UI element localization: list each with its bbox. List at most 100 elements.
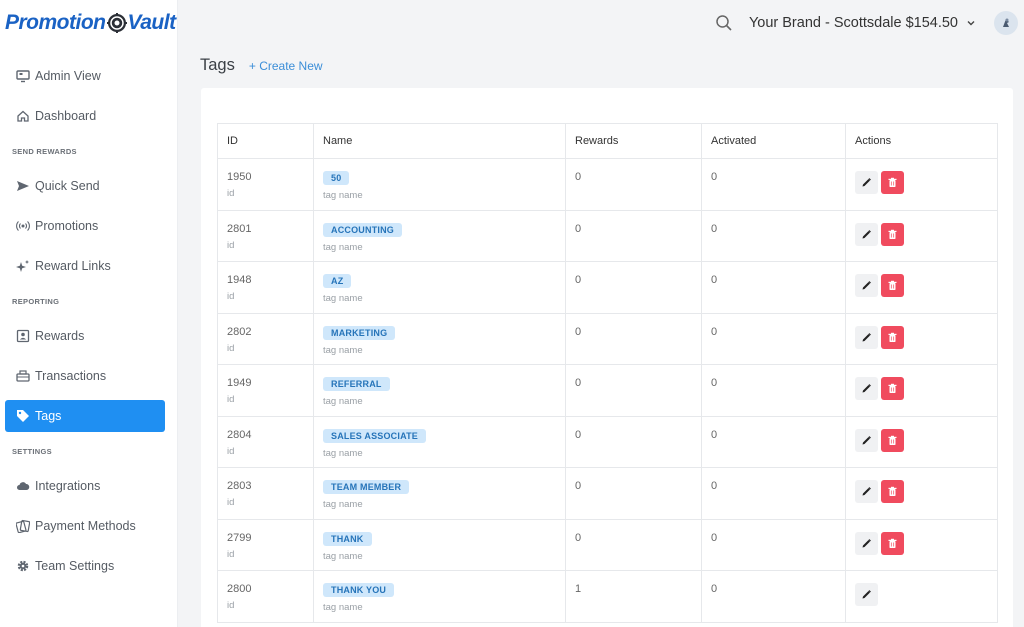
search-icon[interactable] xyxy=(715,14,733,32)
sidebar-item-dashboard[interactable]: Dashboard xyxy=(0,96,177,136)
sidebar-item-integrations[interactable]: Integrations xyxy=(0,466,177,506)
user-avatar[interactable] xyxy=(994,11,1018,35)
edit-button[interactable] xyxy=(855,222,878,246)
table-header-row: ID Name Rewards Activated Actions xyxy=(217,123,998,159)
table-row: 2800 id THANK YOU tag name 1 0 xyxy=(217,570,998,623)
cell-rewards: 0 xyxy=(565,518,702,571)
sparkle-icon xyxy=(16,259,30,273)
table-row: 1949 id REFERRAL tag name 0 0 xyxy=(217,364,998,417)
cell-actions xyxy=(845,312,998,365)
edit-button[interactable] xyxy=(855,377,878,400)
cell-id: 1950 id xyxy=(217,158,314,211)
monitor-icon xyxy=(16,69,30,83)
sidebar-item-transactions[interactable]: Transactions xyxy=(0,356,177,396)
pencil-icon xyxy=(861,332,872,343)
section-label-settings: SETTINGS xyxy=(12,446,52,456)
column-header-activated[interactable]: Activated xyxy=(701,123,846,159)
sidebar-item-reward-links[interactable]: Reward Links xyxy=(0,246,177,286)
sidebar-item-rewards[interactable]: Rewards xyxy=(0,316,177,356)
cell-actions xyxy=(845,261,998,314)
tag-id: 2804 xyxy=(227,428,252,441)
sidebar-item-payment-methods[interactable]: Payment Methods xyxy=(0,506,177,546)
edit-button[interactable] xyxy=(855,428,878,452)
row-actions xyxy=(855,428,997,452)
tag-id: 1950 xyxy=(227,171,252,183)
cell-id: 2804 id xyxy=(217,415,314,468)
tag-id: 1949 xyxy=(227,377,252,389)
sidebar-item-promotions[interactable]: Promotions xyxy=(0,206,177,246)
column-header-id[interactable]: ID xyxy=(217,123,314,159)
table-body: 1950 id 50 tag name 0 0 2801 id ACCOUNTING tag na… xyxy=(217,158,998,623)
create-new-link[interactable]: + Create New xyxy=(249,59,323,73)
sidebar: Promotion Vault Admin View Dashboard SEN… xyxy=(0,0,178,627)
row-actions xyxy=(855,274,997,297)
column-header-rewards[interactable]: Rewards xyxy=(565,123,702,159)
app-logo[interactable]: Promotion Vault xyxy=(0,0,177,46)
tags-card: ID Name Rewards Activated Actions 1950 id… xyxy=(201,88,1013,627)
sidebar-item-label: Team Settings xyxy=(35,559,115,573)
tag-name-badge: REFERRAL xyxy=(323,377,390,391)
cell-actions xyxy=(845,158,998,211)
edit-button[interactable] xyxy=(855,480,878,503)
sidebar-item-label: Transactions xyxy=(35,369,107,383)
cell-rewards: 1 xyxy=(565,570,702,623)
cell-name: ACCOUNTING tag name xyxy=(313,209,566,262)
sidebar-item-quick-send[interactable]: Quick Send xyxy=(0,166,177,206)
cell-activated: 0 xyxy=(701,415,846,468)
tag-name-badge: AZ xyxy=(323,274,352,288)
delete-button[interactable] xyxy=(881,531,904,555)
column-header-name[interactable]: Name xyxy=(313,123,566,159)
sidebar-item-team-settings[interactable]: Team Settings xyxy=(0,546,177,586)
cell-id: 1948 id xyxy=(217,261,314,314)
cell-id: 2801 id xyxy=(217,209,314,262)
sidebar-item-label: Promotions xyxy=(35,219,99,233)
tag-name-sublabel: tag name xyxy=(323,344,363,356)
cell-name: AZ tag name xyxy=(313,261,566,314)
section-label-reporting: REPORTING xyxy=(12,296,60,306)
tag-id: 1948 xyxy=(227,274,252,286)
logo-text-right: Vault xyxy=(127,11,177,34)
edit-button[interactable] xyxy=(855,274,878,297)
tag-name-sublabel: tag name xyxy=(323,447,363,459)
delete-button[interactable] xyxy=(881,222,904,246)
edit-button[interactable] xyxy=(855,531,878,555)
sidebar-item-label: Rewards xyxy=(35,329,85,343)
edit-button[interactable] xyxy=(855,171,878,194)
trash-icon xyxy=(887,229,898,240)
home-icon xyxy=(16,109,30,123)
title-row: Tags + Create New xyxy=(200,56,323,75)
delete-button[interactable] xyxy=(881,377,904,400)
delete-button[interactable] xyxy=(881,171,904,194)
cell-rewards: 0 xyxy=(565,209,702,262)
cards-icon xyxy=(16,519,30,533)
tag-name-sublabel: tag name xyxy=(323,550,363,562)
delete-button[interactable] xyxy=(881,480,904,503)
tag-name-badge: SALES ASSOCIATE xyxy=(323,428,427,443)
cell-rewards: 0 xyxy=(565,415,702,468)
trash-icon xyxy=(887,177,898,188)
page-title: Tags xyxy=(200,56,235,74)
delete-button[interactable] xyxy=(881,428,904,452)
edit-button[interactable] xyxy=(855,325,878,349)
cell-actions xyxy=(845,364,998,417)
edit-button[interactable] xyxy=(855,583,878,606)
sidebar-item-label: Quick Send xyxy=(35,179,100,193)
trash-icon xyxy=(887,280,898,291)
sidebar-item-tags[interactable]: Tags xyxy=(5,400,165,432)
tag-name-badge: THANK xyxy=(323,531,372,546)
tag-id-sublabel: id xyxy=(227,239,235,251)
cell-activated: 0 xyxy=(701,209,846,262)
delete-button[interactable] xyxy=(881,325,904,349)
cell-id: 2799 id xyxy=(217,518,314,571)
table-row: 2803 id TEAM MEMBER tag name 0 0 xyxy=(217,467,998,520)
cell-activated: 0 xyxy=(701,467,846,520)
sidebar-item-admin-view[interactable]: Admin View xyxy=(0,56,177,96)
delete-button[interactable] xyxy=(881,274,904,297)
cell-activated: 0 xyxy=(701,261,846,314)
sidebar-nav: Admin View Dashboard SEND REWARDS Quick … xyxy=(0,56,177,586)
brand-selector[interactable]: Your Brand - Scottsdale $154.50 xyxy=(749,15,958,31)
tag-id-sublabel: id xyxy=(227,600,235,611)
chevron-down-icon[interactable] xyxy=(966,18,976,28)
tag-name-badge: THANK YOU xyxy=(323,583,395,597)
sidebar-item-label: Integrations xyxy=(35,479,101,493)
